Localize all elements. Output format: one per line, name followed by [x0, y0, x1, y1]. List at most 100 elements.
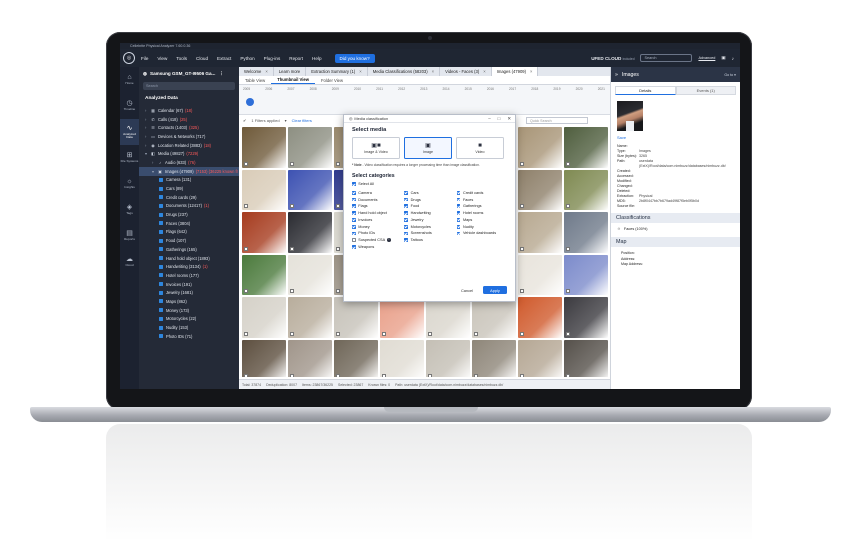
cancel-button[interactable]: Cancel [456, 286, 478, 294]
thumbnail-checkbox[interactable] [244, 374, 248, 377]
thumbnail[interactable] [242, 169, 286, 210]
category-checkbox[interactable]: Cars [404, 190, 456, 195]
nav-tags[interactable]: ◈ Tags [120, 197, 139, 223]
category-checkbox[interactable]: Invoices [352, 217, 404, 222]
menu-item-report[interactable]: Report [289, 56, 303, 61]
tree-item[interactable]: Maps (862) [139, 297, 239, 306]
close-tab-icon[interactable]: × [265, 69, 267, 74]
checkbox-icon[interactable] [159, 273, 163, 278]
thumbnail-checkbox[interactable] [290, 246, 294, 251]
thumbnail-checkbox[interactable] [244, 289, 248, 293]
thumbnail[interactable] [472, 297, 516, 338]
thumbnail-checkbox[interactable] [520, 161, 524, 166]
tab-0[interactable]: Welcome × [239, 67, 274, 76]
tree-item[interactable]: ▾ ◧ Media (49827) (7229) [139, 149, 239, 158]
minimize-icon[interactable]: – [488, 116, 490, 122]
thumbnail[interactable] [380, 297, 424, 338]
thumbnail-checkbox[interactable] [244, 204, 248, 208]
thumbnail-checkbox[interactable] [336, 374, 340, 377]
thumbnail[interactable] [564, 297, 608, 338]
view-tab-0[interactable]: Table View [239, 76, 271, 84]
thumbnail-checkbox[interactable] [290, 204, 294, 208]
checkbox-icon[interactable] [159, 264, 163, 269]
tree-item[interactable]: Drugs (237) [139, 210, 239, 219]
collapse-icon[interactable]: » [615, 72, 618, 78]
checkbox-icon[interactable] [159, 221, 163, 226]
checkmark-icon[interactable]: ✔ [243, 118, 246, 123]
nav-timeline[interactable]: ◷ Timeline [120, 93, 139, 119]
tree-item[interactable]: Jewelry (1681) [139, 288, 239, 297]
did-you-know-button[interactable]: Did you know? [334, 53, 375, 63]
filter-icon[interactable]: ▾ [285, 118, 287, 123]
thumbnail-checkbox[interactable] [244, 246, 248, 251]
thumbnail-checkbox[interactable] [520, 374, 524, 377]
nav-analyzed-data[interactable]: ∿ Analyzed Data [120, 119, 139, 145]
category-checkbox[interactable]: Flags [352, 204, 404, 209]
thumbnail-checkbox[interactable] [382, 331, 386, 336]
media-option-2[interactable]: ■ Video [456, 137, 504, 159]
thumbnail-checkbox[interactable] [520, 331, 524, 336]
checkbox-icon[interactable] [159, 256, 163, 261]
checkbox-icon[interactable] [159, 238, 163, 243]
view-tab-1[interactable]: Thumbnail View [271, 76, 315, 84]
thumbnail[interactable] [518, 169, 562, 210]
checkbox-icon[interactable] [159, 299, 163, 304]
tree-item[interactable]: Motorcycles (22) [139, 315, 239, 324]
tree-item[interactable]: Handwriting (3134) (1) [139, 262, 239, 271]
thumbnail[interactable] [564, 339, 608, 377]
tab-5[interactable]: Images (47909) × [491, 67, 539, 76]
tree-item[interactable]: Hotel rooms (177) [139, 271, 239, 280]
menu-item-cloud[interactable]: Cloud [196, 56, 208, 61]
checkbox-icon[interactable] [159, 247, 163, 252]
tree-item[interactable]: Flags (642) [139, 228, 239, 237]
camera-icon[interactable]: ▣ [721, 55, 725, 61]
tree-item[interactable]: Faces (3804) [139, 219, 239, 228]
thumbnail-checkbox[interactable] [566, 161, 570, 166]
thumbnail[interactable] [242, 254, 286, 295]
category-checkbox[interactable]: Vehicle dashboards [456, 231, 509, 236]
thumbnail[interactable] [242, 339, 286, 377]
tree-item[interactable]: › ✆ Calls (418) (25) [139, 115, 239, 124]
device-selector[interactable]: ◍ Samsung GSM_GT-I9506 Ga... ⋮ [139, 67, 239, 80]
filters-applied[interactable]: 1 Filters applied [251, 118, 279, 123]
apply-button[interactable]: Apply [483, 286, 507, 294]
thumbnail[interactable] [334, 297, 378, 338]
close-tab-icon[interactable]: × [432, 69, 434, 74]
category-checkbox[interactable]: Drugs [404, 197, 456, 202]
thumbnail[interactable] [242, 127, 286, 168]
ufed-cloud-button[interactable]: UFED CLOUD included [591, 56, 634, 61]
category-checkbox[interactable]: Money [352, 224, 404, 229]
thumbnail-checkbox[interactable] [244, 161, 248, 166]
thumbnail-checkbox[interactable] [520, 289, 524, 293]
nav-reports[interactable]: ▤ Reports [120, 223, 139, 249]
thumbnail[interactable] [288, 297, 332, 338]
category-checkbox[interactable]: Faces [456, 197, 509, 202]
thumbnail[interactable] [564, 212, 608, 253]
global-search-input[interactable]: Search [640, 54, 693, 62]
quick-search-input[interactable]: Quick Search [526, 117, 588, 124]
tree-item[interactable]: Gatherings (165) [139, 245, 239, 254]
thumbnail[interactable] [472, 339, 516, 377]
tab-4[interactable]: Videos - Faces (3) × [440, 67, 492, 76]
thumbnail[interactable] [518, 212, 562, 253]
thumbnail-checkbox[interactable] [336, 331, 340, 336]
thumbnail[interactable] [426, 339, 470, 377]
tree-item[interactable]: › ▭ Devices & Networks (717) [139, 132, 239, 141]
checkbox-icon[interactable] [159, 316, 163, 321]
category-checkbox[interactable]: Nudity [456, 224, 509, 229]
tree-search-input[interactable]: Search [143, 82, 235, 90]
thumbnail-checkbox[interactable] [336, 246, 340, 251]
category-checkbox[interactable]: Handwriting [404, 211, 456, 216]
close-icon[interactable]: ✕ [507, 116, 511, 122]
checkbox-icon[interactable] [159, 334, 163, 339]
menu-item-extract[interactable]: Extract [217, 56, 231, 61]
menu-item-help[interactable]: Help [312, 56, 321, 61]
thumbnail-checkbox[interactable] [520, 246, 524, 251]
tree-item[interactable]: Camera (131) [139, 176, 239, 185]
goto-button[interactable]: Go to ▾ [724, 73, 736, 77]
tab-events[interactable]: Events (1) [675, 86, 736, 95]
menu-item-python[interactable]: Python [240, 56, 254, 61]
thumbnail[interactable] [380, 339, 424, 377]
thumbnail[interactable] [288, 127, 332, 168]
thumbnail-checkbox[interactable] [566, 374, 570, 377]
